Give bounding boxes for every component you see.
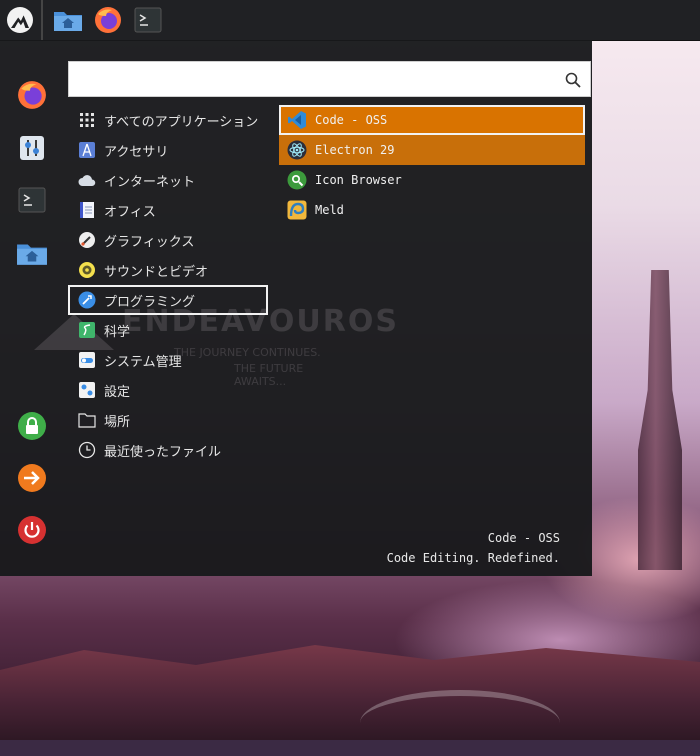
category-recent-files[interactable]: 最近使ったファイル: [68, 435, 268, 465]
accessories-icon: [78, 141, 96, 159]
category-label: サウンドとビデオ: [104, 264, 209, 280]
category-label: アクセサリ: [104, 144, 169, 160]
category-graphics[interactable]: グラフィックス: [68, 225, 268, 255]
app-description-title: Code - OSS: [487, 531, 560, 545]
taskbar-launcher-terminal[interactable]: [132, 4, 164, 36]
terminal-icon: [134, 7, 162, 33]
app-electron[interactable]: Electron 29: [279, 135, 585, 165]
lock-icon: [18, 412, 46, 440]
document-icon: [78, 201, 96, 219]
speaker-icon: [78, 261, 96, 279]
search-box[interactable]: [68, 61, 591, 97]
graphics-icon: [78, 231, 96, 249]
endeavouros-logo-icon: [7, 7, 33, 33]
taskbar-separator: [41, 0, 43, 40]
application-menu: ENDEAVOUROS THE JOURNEY CONTINUES. THE F…: [0, 40, 592, 576]
firefox-icon: [18, 81, 46, 109]
category-internet[interactable]: インターネット: [68, 165, 268, 195]
category-label: 最近使ったファイル: [104, 444, 222, 460]
lock-screen-button[interactable]: [15, 409, 49, 443]
wallpaper-hills: [0, 645, 700, 740]
category-office[interactable]: オフィス: [68, 195, 268, 225]
terminal-icon: [18, 187, 46, 213]
category-label: 科学: [104, 324, 131, 340]
favorite-firefox[interactable]: [15, 78, 49, 112]
logout-button[interactable]: [15, 461, 49, 495]
programming-icon: [78, 291, 96, 309]
category-label: 設定: [104, 384, 131, 400]
system-settings-icon: [78, 351, 96, 369]
favorite-terminal[interactable]: [15, 183, 49, 217]
power-button[interactable]: [15, 513, 49, 547]
logout-arrow-icon: [18, 464, 46, 492]
app-code-oss[interactable]: Code - OSS: [279, 105, 585, 135]
taskbar-launcher-firefox[interactable]: [92, 4, 124, 36]
science-icon: [78, 321, 96, 339]
start-menu-button[interactable]: [3, 4, 37, 36]
category-accessories[interactable]: アクセサリ: [68, 135, 268, 165]
folder-icon: [78, 411, 96, 429]
category-label: プログラミング: [104, 294, 196, 310]
category-label: オフィス: [104, 204, 156, 220]
wallpaper-rocket: [638, 270, 682, 570]
category-science[interactable]: 科学: [68, 315, 268, 345]
category-places[interactable]: 場所: [68, 405, 268, 435]
power-icon: [18, 516, 46, 544]
app-label: Electron 29: [315, 143, 395, 157]
app-description: Code - OSS Code Editing. Redefined.: [387, 528, 560, 568]
clock-icon: [78, 441, 96, 459]
vscode-icon: [287, 110, 307, 130]
taskbar-launcher-files[interactable]: [52, 4, 84, 36]
category-settings[interactable]: 設定: [68, 375, 268, 405]
folder-home-icon: [17, 244, 47, 265]
favorite-files[interactable]: [15, 236, 49, 270]
category-label: すべてのアプリケーション: [104, 114, 259, 130]
category-label: 場所: [104, 414, 131, 430]
search-input[interactable]: [75, 68, 559, 92]
icon-browser-icon: [287, 170, 307, 190]
firefox-icon: [95, 7, 121, 33]
category-label: インターネット: [104, 174, 196, 190]
app-description-text: Code Editing. Redefined.: [386, 551, 560, 565]
favorite-settings[interactable]: [15, 131, 49, 165]
app-meld[interactable]: Meld: [279, 195, 585, 225]
search-icon[interactable]: [564, 71, 582, 89]
taskbar: [0, 0, 700, 41]
grid-icon: [78, 111, 96, 129]
category-label: システム管理: [104, 354, 182, 370]
electron-icon: [287, 140, 307, 160]
app-label: Icon Browser: [315, 173, 402, 187]
category-label: グラフィックス: [104, 234, 195, 250]
app-label: Code - OSS: [315, 113, 388, 127]
category-sound-video[interactable]: サウンドとビデオ: [68, 255, 268, 285]
settings-sliders-icon: [20, 136, 44, 160]
meld-icon: [287, 200, 307, 220]
folder-home-icon: [54, 12, 82, 31]
category-system[interactable]: システム管理: [68, 345, 268, 375]
settings-icon: [78, 381, 96, 399]
category-programming[interactable]: プログラミング: [68, 285, 268, 315]
app-label: Meld: [315, 203, 344, 217]
category-all-applications[interactable]: すべてのアプリケーション: [68, 105, 268, 135]
cloud-icon: [78, 171, 96, 189]
app-icon-browser[interactable]: Icon Browser: [279, 165, 585, 195]
